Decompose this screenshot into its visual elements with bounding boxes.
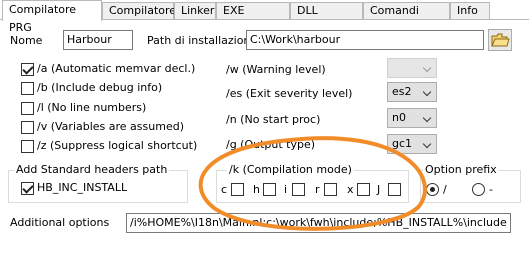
checkbox-a[interactable] — [21, 63, 34, 76]
compile-mode-h-checkbox[interactable] — [263, 183, 276, 196]
checkbox-b-label: /b (Include debug info) — [37, 81, 163, 94]
compile-mode-j-checkbox[interactable] — [388, 183, 401, 196]
compile-mode-label: /k (Compilation mode) — [227, 163, 354, 176]
tab-compilatore-c[interactable]: Compilatore C — [102, 2, 176, 33]
checkbox-v-label: /v (Variables are assumed) — [37, 120, 184, 133]
option-w-select[interactable] — [387, 58, 437, 78]
compile-mode-i-label: i — [284, 183, 288, 196]
hb-inc-install-label: HB_INC_INSTALL — [37, 181, 128, 194]
tab-compilatore-prg[interactable]: Compilatore PRG — [2, 0, 102, 34]
option-prefix-label: Option prefix — [423, 163, 499, 176]
compile-mode-h-label: h — [253, 183, 260, 196]
option-n-value: n0 — [392, 111, 406, 124]
compile-mode-x-label: x — [347, 183, 354, 196]
checkbox-l-label: /l (No line numbers) — [37, 101, 147, 114]
tab-bar: Compilatore PRG Compilatore C Linker EXE… — [0, 0, 529, 34]
checkbox-l[interactable] — [21, 102, 34, 115]
option-es-value: es2 — [392, 85, 412, 98]
compile-mode-i-checkbox[interactable] — [292, 183, 305, 196]
tab-info[interactable]: Info — [450, 2, 490, 19]
prefix-slash-radio[interactable] — [426, 183, 439, 196]
tab-linker[interactable]: Linker — [174, 2, 216, 19]
tab-dll-defaults[interactable]: DLL Defaults — [290, 2, 363, 33]
additional-options-input[interactable]: /i%HOME%\I18n\Main.nl;c:\work\fwh\includ… — [126, 213, 511, 233]
option-g-label: /g (Output type) — [226, 138, 316, 151]
install-path-label: Path di installazione — [147, 34, 258, 47]
checkbox-z-label: /z (Suppress logical shortcut) — [37, 139, 198, 152]
nome-input[interactable]: Harbour — [63, 30, 133, 50]
chevron-down-icon — [422, 139, 432, 149]
option-es-label: /es (Exit severity level) — [226, 87, 353, 100]
option-g-select[interactable]: gc1 — [387, 134, 437, 154]
option-n-label: /n (No start proc) — [226, 113, 321, 126]
chevron-down-icon — [422, 87, 432, 97]
option-n-select[interactable]: n0 — [387, 108, 437, 128]
chevron-down-icon — [422, 113, 432, 123]
prefix-slash-label: / — [443, 183, 447, 196]
option-w-label: /w (Warning level) — [226, 63, 326, 76]
checkbox-z[interactable] — [21, 140, 34, 153]
checkbox-b[interactable] — [21, 82, 34, 95]
checkbox-a-label: /a (Automatic memvar decl.) — [37, 62, 196, 75]
compile-mode-c-checkbox[interactable] — [231, 183, 244, 196]
browse-folder-button[interactable] — [488, 29, 512, 51]
tab-exe-defaults[interactable]: EXE Defaults — [216, 2, 290, 33]
compile-mode-c-label: c — [221, 183, 228, 196]
option-es-select[interactable]: es2 — [387, 82, 437, 102]
headers-group-label: Add Standard headers path — [14, 163, 170, 176]
hb-inc-install-checkbox[interactable] — [21, 182, 34, 195]
compile-mode-r-checkbox[interactable] — [324, 183, 337, 196]
install-path-input[interactable]: C:\Work\harbour — [246, 30, 484, 50]
folder-open-icon — [491, 33, 510, 47]
compile-mode-x-checkbox[interactable] — [357, 183, 370, 196]
compile-mode-j-label: J — [377, 183, 381, 196]
chevron-down-icon — [422, 63, 432, 73]
prefix-dash-radio[interactable] — [472, 183, 485, 196]
additional-options-label: Additional options — [10, 216, 110, 229]
tab-comandi-utente[interactable]: Comandi utente — [363, 2, 450, 33]
compile-mode-r-label: r — [315, 183, 320, 196]
prefix-dash-label: - — [489, 183, 493, 196]
option-g-value: gc1 — [392, 137, 413, 150]
checkbox-v[interactable] — [21, 121, 34, 134]
